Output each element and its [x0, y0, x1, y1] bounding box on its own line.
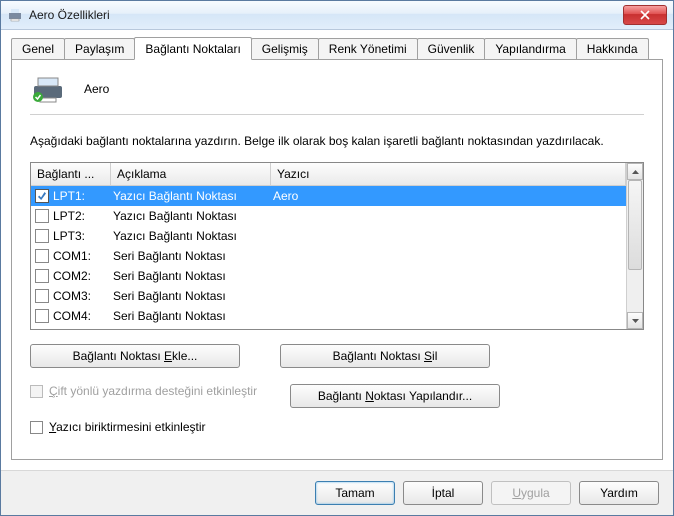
ok-button[interactable]: Tamam [315, 481, 395, 505]
port-desc: Yazıcı Bağlantı Noktası [113, 229, 273, 243]
titlebar[interactable]: Aero Özellikleri [1, 1, 673, 30]
spool-checkbox[interactable] [30, 421, 43, 434]
help-button[interactable]: Yardım [579, 481, 659, 505]
port-row[interactable]: LPT3:Yazıcı Bağlantı Noktası [31, 226, 626, 246]
port-name: COM2: [53, 269, 113, 283]
device-header: Aero [30, 74, 644, 104]
port-desc: Seri Bağlantı Noktası [113, 289, 273, 303]
apply-button: Uygula [491, 481, 571, 505]
bidi-checkbox [30, 385, 43, 398]
port-checkbox[interactable] [35, 309, 49, 323]
port-checkbox[interactable] [35, 289, 49, 303]
mid-row: Çift yönlü yazdırma desteğini etkinleşti… [30, 384, 644, 410]
port-desc: Seri Bağlantı Noktası [113, 269, 273, 283]
scrollbar[interactable] [626, 163, 643, 329]
port-checkbox[interactable] [35, 269, 49, 283]
tab-label: Paylaşım [75, 42, 124, 56]
port-row[interactable]: COM1:Seri Bağlantı Noktası [31, 246, 626, 266]
list-body: LPT1:Yazıcı Bağlantı NoktasıAeroLPT2:Yaz… [31, 186, 626, 326]
port-checkbox[interactable] [35, 209, 49, 223]
port-row[interactable]: LPT2:Yazıcı Bağlantı Noktası [31, 206, 626, 226]
port-row[interactable]: COM4:Seri Bağlantı Noktası [31, 306, 626, 326]
window-title: Aero Özellikleri [29, 8, 623, 22]
port-row[interactable]: COM2:Seri Bağlantı Noktası [31, 266, 626, 286]
printer-icon [30, 74, 66, 104]
port-name: LPT3: [53, 229, 113, 243]
tab-label: Yapılandırma [495, 42, 565, 56]
tabstrip: Genel Paylaşım Bağlantı Noktaları Gelişm… [1, 30, 673, 59]
scroll-thumb[interactable] [628, 180, 642, 270]
scroll-up-button[interactable] [627, 163, 643, 180]
configure-port-button[interactable]: Bağlantı Noktası Yapılandır... [290, 384, 500, 408]
port-checkbox[interactable] [35, 249, 49, 263]
tab-general[interactable]: Genel [11, 38, 65, 59]
port-name: LPT2: [53, 209, 113, 223]
tab-label: Renk Yönetimi [329, 42, 407, 56]
list-header[interactable]: Bağlantı ... Açıklama Yazıcı [31, 163, 626, 186]
port-desc: Yazıcı Bağlantı Noktası [113, 209, 273, 223]
port-checkbox[interactable] [35, 229, 49, 243]
ports-description: Aşağıdaki bağlantı noktalarına yazdırın.… [30, 133, 644, 150]
separator [30, 114, 644, 115]
col-port[interactable]: Bağlantı ... [31, 163, 111, 185]
tab-ports[interactable]: Bağlantı Noktaları [134, 37, 251, 60]
port-row[interactable]: LPT1:Yazıcı Bağlantı NoktasıAero [31, 186, 626, 206]
delete-port-button[interactable]: Bağlantı Noktası Sil [280, 344, 490, 368]
tab-color[interactable]: Renk Yönetimi [318, 38, 418, 59]
close-button[interactable] [623, 5, 667, 25]
tab-about[interactable]: Hakkında [576, 38, 649, 59]
dialog-footer: Tamam İptal Uygula Yardım [1, 470, 673, 515]
port-row[interactable]: COM3:Seri Bağlantı Noktası [31, 286, 626, 306]
ports-list: Bağlantı ... Açıklama Yazıcı LPT1:Yazıcı… [30, 162, 644, 330]
bidi-checkbox-row: Çift yönlü yazdırma desteğini etkinleşti… [30, 384, 260, 400]
port-name: COM3: [53, 289, 113, 303]
port-buttons-row: Bağlantı Noktası Ekle... Bağlantı Noktas… [30, 344, 644, 368]
col-printer[interactable]: Yazıcı [271, 163, 626, 185]
tab-label: Bağlantı Noktaları [145, 42, 240, 56]
device-name: Aero [84, 82, 109, 96]
bidi-label: Çift yönlü yazdırma desteğini etkinleşti… [49, 384, 257, 400]
port-checkbox[interactable] [35, 189, 49, 203]
tab-config[interactable]: Yapılandırma [484, 38, 576, 59]
port-name: COM4: [53, 309, 113, 323]
port-name: COM1: [53, 249, 113, 263]
properties-window: Aero Özellikleri Genel Paylaşım Bağlantı… [0, 0, 674, 516]
port-desc: Yazıcı Bağlantı Noktası [113, 189, 273, 203]
printer-app-icon [7, 7, 23, 23]
tab-security[interactable]: Güvenlik [417, 38, 486, 59]
cancel-button[interactable]: İptal [403, 481, 483, 505]
spool-checkbox-row[interactable]: Yazıcı biriktirmesini etkinleştir [30, 420, 644, 436]
port-printer: Aero [273, 189, 626, 203]
port-name: LPT1: [53, 189, 113, 203]
tab-label: Gelişmiş [262, 42, 308, 56]
tab-label: Hakkında [587, 42, 638, 56]
ports-list-inner[interactable]: Bağlantı ... Açıklama Yazıcı LPT1:Yazıcı… [31, 163, 626, 329]
tab-content: Aero Aşağıdaki bağlantı noktalarına yazd… [11, 59, 663, 460]
col-desc[interactable]: Açıklama [111, 163, 271, 185]
tab-label: Genel [22, 42, 54, 56]
port-desc: Seri Bağlantı Noktası [113, 309, 273, 323]
add-port-button[interactable]: Bağlantı Noktası Ekle... [30, 344, 240, 368]
scroll-down-button[interactable] [627, 312, 643, 329]
tab-label: Güvenlik [428, 42, 475, 56]
spool-label: Yazıcı biriktirmesini etkinleştir [49, 420, 206, 436]
tab-advanced[interactable]: Gelişmiş [251, 38, 319, 59]
scroll-track[interactable] [627, 180, 643, 312]
port-desc: Seri Bağlantı Noktası [113, 249, 273, 263]
tab-sharing[interactable]: Paylaşım [64, 38, 135, 59]
